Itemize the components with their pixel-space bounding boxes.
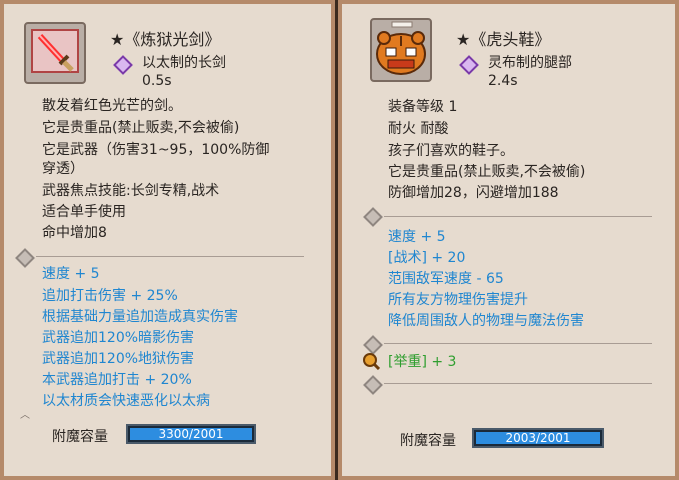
capacity-value: 2003/2001 [505, 431, 571, 445]
item-material: 以太制的长剑 [142, 55, 226, 71]
item-speed: 2.4s [488, 73, 518, 89]
desc-line: 它是贵重品(禁止贩卖,不会被偷) [42, 120, 240, 136]
divider [36, 256, 304, 257]
section-divider-icon [15, 248, 35, 268]
skill-bonus: [举重] + 3 [388, 354, 457, 370]
capacity-value: 3300/2001 [158, 427, 224, 441]
item-card-shoes[interactable]: ★《虎头鞋》 灵布制的腿部 2.4s 装备等级 1 耐火 耐酸 孩子们喜欢的鞋子… [338, 0, 679, 480]
section-divider-icon [363, 375, 383, 395]
enchant-line: 降低周围敌人的物理与魔法伤害 [388, 313, 584, 329]
item-speed: 0.5s [142, 73, 172, 89]
desc-line: 适合单手使用 [42, 204, 126, 220]
item-card-sword[interactable]: ★《炼狱光剑》 以太制的长剑 0.5s 散发着红色光芒的剑。 它是贵重品(禁止贩… [0, 0, 335, 480]
chevron-up-icon[interactable]: ︿ [20, 406, 30, 421]
material-gem-icon [459, 55, 479, 75]
desc-line: 穿透） [42, 161, 84, 177]
desc-line: 防御增加28，闪避增加188 [388, 185, 559, 201]
divider [384, 343, 652, 344]
material-gem-icon [113, 55, 133, 75]
tiger-shoe-icon [370, 18, 432, 82]
item-material: 灵布制的腿部 [488, 55, 572, 71]
enchant-line: 武器追加120%地狱伤害 [42, 351, 195, 367]
desc-line: 武器焦点技能:长剑专精,战术 [42, 183, 220, 199]
enchant-line: [战术] + 20 [388, 250, 466, 266]
enchant-line: 速度 + 5 [42, 266, 100, 282]
sword-icon [24, 22, 86, 84]
enchant-capacity-label: 附魔容量 [400, 433, 456, 449]
enchant-line: 以太材质会快速恶化以太病 [42, 393, 210, 409]
desc-line: 装备等级 1 [388, 99, 458, 115]
desc-line: 命中增加8 [42, 225, 107, 241]
enchant-capacity-bar: 2003/2001 [472, 428, 604, 448]
desc-line: 孩子们喜欢的鞋子。 [388, 143, 514, 159]
desc-line: 散发着红色光芒的剑。 [42, 98, 182, 114]
enchant-line: 速度 + 5 [388, 229, 446, 245]
desc-line: 它是贵重品(禁止贩卖,不会被偷) [388, 164, 586, 180]
section-divider-icon [363, 207, 383, 227]
item-name: ★《虎头鞋》 [456, 30, 551, 49]
enchant-line: 根据基础力量追加造成真实伤害 [42, 309, 238, 325]
enchant-line: 范围敌军速度 - 65 [388, 271, 504, 287]
lifting-skill-icon [362, 352, 381, 371]
enchant-capacity-bar: 3300/2001 [126, 424, 256, 444]
enchant-line: 追加打击伤害 + 25% [42, 288, 178, 304]
item-name: ★《炼狱光剑》 [110, 30, 221, 49]
enchant-line: 所有友方物理伤害提升 [388, 292, 528, 308]
divider [384, 216, 652, 217]
enchant-line: 本武器追加打击 + 20% [42, 372, 192, 388]
enchant-capacity-label: 附魔容量 [52, 429, 108, 445]
enchant-line: 武器追加120%暗影伤害 [42, 330, 195, 346]
desc-line: 耐火 耐酸 [388, 121, 449, 137]
divider [384, 383, 652, 384]
